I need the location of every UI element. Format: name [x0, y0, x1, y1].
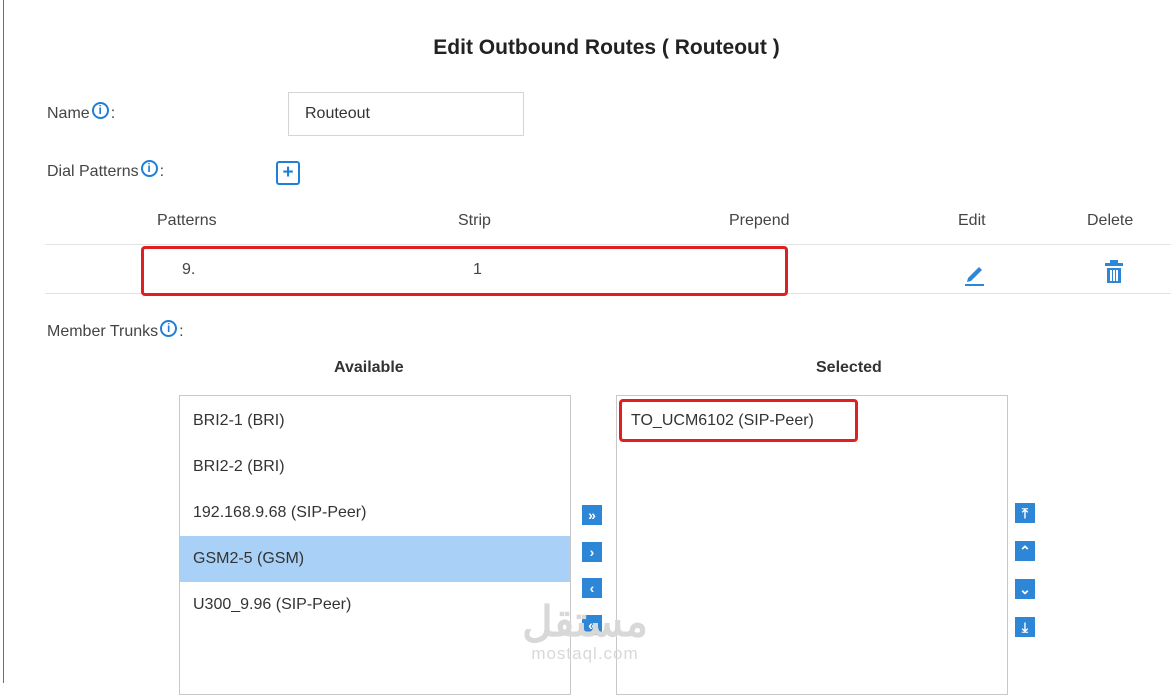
list-item[interactable]: BRI2-2 (BRI) [180, 444, 570, 490]
member-trunks-label-group: Member Trunks i : [47, 319, 184, 341]
page-title: Edit Outbound Routes ( Routeout ) [433, 36, 780, 59]
member-trunks-label: Member Trunks [47, 323, 159, 340]
selected-header: Selected [816, 359, 882, 376]
info-icon[interactable]: i [140, 159, 158, 177]
column-header-edit: Edit [958, 212, 986, 229]
column-header-patterns: Patterns [157, 212, 217, 229]
list-item[interactable]: GSM2-5 (GSM) [180, 536, 570, 582]
list-item[interactable]: 192.168.9.68 (SIP-Peer) [180, 490, 570, 536]
move-right-button[interactable]: › [582, 542, 602, 562]
selected-highlight-box [619, 399, 858, 442]
watermark-arabic: مستقل [522, 598, 648, 645]
column-header-delete: Delete [1087, 212, 1134, 229]
dial-patterns-label-group: Dial Patterns i : [47, 159, 165, 181]
dial-patterns-label-suffix: : [159, 163, 165, 180]
add-pattern-button[interactable]: + [276, 161, 300, 185]
name-input[interactable]: Routeout [288, 92, 524, 136]
pencil-icon[interactable] [962, 258, 986, 286]
watermark: مستقل mostaql.com [510, 600, 660, 664]
move-left-button[interactable]: ‹ [582, 578, 602, 598]
trash-icon[interactable] [1103, 258, 1125, 286]
column-header-prepend: Prepend [729, 212, 790, 229]
move-all-right-button[interactable]: » [582, 505, 602, 525]
watermark-latin: mostaql.com [531, 644, 639, 663]
move-top-button[interactable]: ⤒ [1015, 503, 1035, 523]
name-label: Name [47, 105, 90, 122]
available-header: Available [334, 359, 404, 376]
dial-patterns-label: Dial Patterns [47, 163, 139, 180]
move-up-button[interactable]: ⌃ [1015, 541, 1035, 561]
move-down-button[interactable]: ⌄ [1015, 579, 1035, 599]
list-item[interactable]: BRI2-1 (BRI) [180, 398, 570, 444]
name-label-suffix: : [110, 105, 116, 122]
name-label-group: Name i : [47, 101, 116, 123]
table-header-divider [45, 244, 1171, 245]
move-bottom-button[interactable]: ⤓ [1015, 617, 1035, 637]
left-border-line [3, 0, 4, 683]
column-header-strip: Strip [458, 212, 491, 229]
info-icon[interactable]: i [160, 319, 178, 337]
member-trunks-label-suffix: : [179, 323, 184, 340]
info-icon[interactable]: i [91, 101, 109, 119]
pattern-highlight-box [141, 246, 788, 296]
